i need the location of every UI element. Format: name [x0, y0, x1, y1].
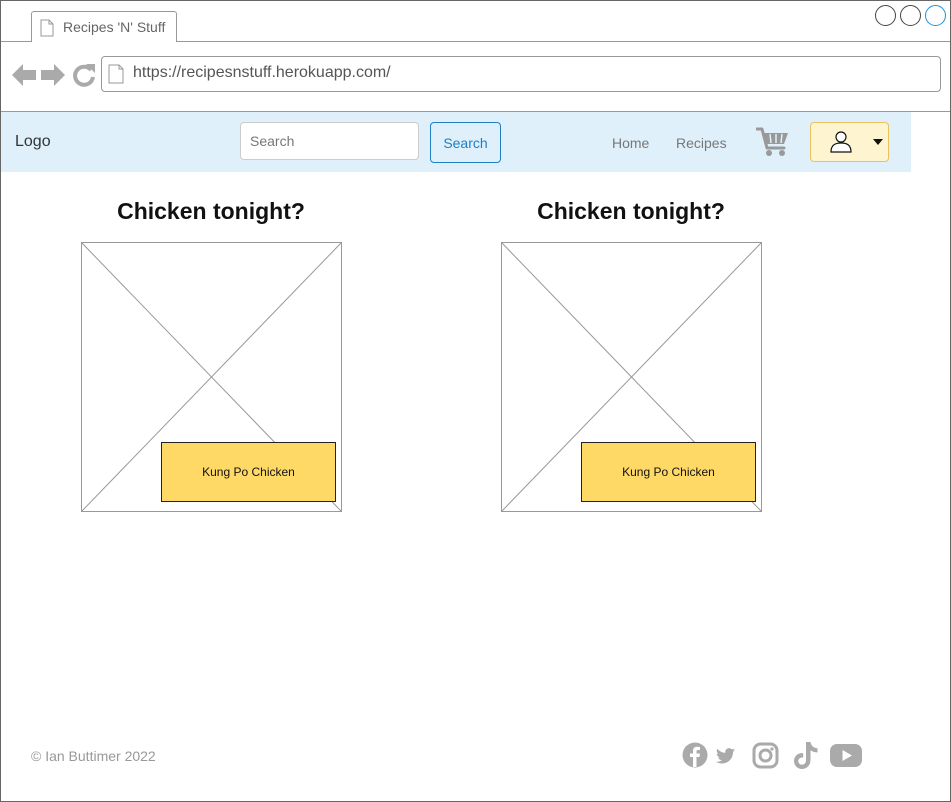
recipe-label[interactable]: Kung Po Chicken	[161, 442, 336, 502]
copyright-text: © Ian Buttimer 2022	[31, 748, 156, 764]
tab-title: Recipes 'N' Stuff	[63, 19, 166, 35]
caret-down-icon	[873, 139, 883, 145]
browser-window: Recipes 'N' Stuff https://recipesnstuff.…	[0, 0, 951, 802]
document-icon	[40, 19, 54, 37]
forward-arrow-icon[interactable]	[41, 64, 65, 86]
url-field[interactable]: https://recipesnstuff.herokuapp.com/	[101, 56, 941, 92]
site-navbar: Logo Search Home Recipes	[1, 112, 911, 172]
nav-link-home[interactable]: Home	[612, 135, 649, 151]
recipe-label[interactable]: Kung Po Chicken	[581, 442, 756, 502]
document-icon	[108, 64, 124, 84]
minimize-button[interactable]	[875, 5, 896, 26]
back-arrow-icon[interactable]	[12, 64, 36, 86]
shopping-cart-icon[interactable]	[756, 126, 790, 158]
instagram-icon[interactable]	[752, 742, 779, 769]
twitter-icon[interactable]	[716, 748, 735, 764]
nav-link-recipes[interactable]: Recipes	[676, 135, 727, 151]
site-logo[interactable]: Logo	[15, 133, 51, 151]
card-title: Chicken tonight?	[117, 198, 305, 224]
user-icon	[830, 131, 852, 153]
tab-bar: Recipes 'N' Stuff	[1, 1, 950, 42]
maximize-button[interactable]	[900, 5, 921, 26]
search-button[interactable]: Search	[430, 122, 501, 163]
reload-icon[interactable]	[72, 63, 96, 87]
url-text: https://recipesnstuff.herokuapp.com/	[133, 64, 391, 81]
close-button[interactable]	[925, 5, 946, 26]
facebook-icon[interactable]	[682, 742, 708, 768]
youtube-icon[interactable]	[830, 744, 862, 767]
user-menu-button[interactable]	[810, 122, 889, 162]
card-title: Chicken tonight?	[537, 198, 725, 224]
tiktok-icon[interactable]	[793, 741, 819, 770]
search-input[interactable]	[240, 122, 419, 160]
address-bar: https://recipesnstuff.herokuapp.com/	[1, 42, 950, 112]
browser-tab[interactable]: Recipes 'N' Stuff	[31, 11, 177, 42]
